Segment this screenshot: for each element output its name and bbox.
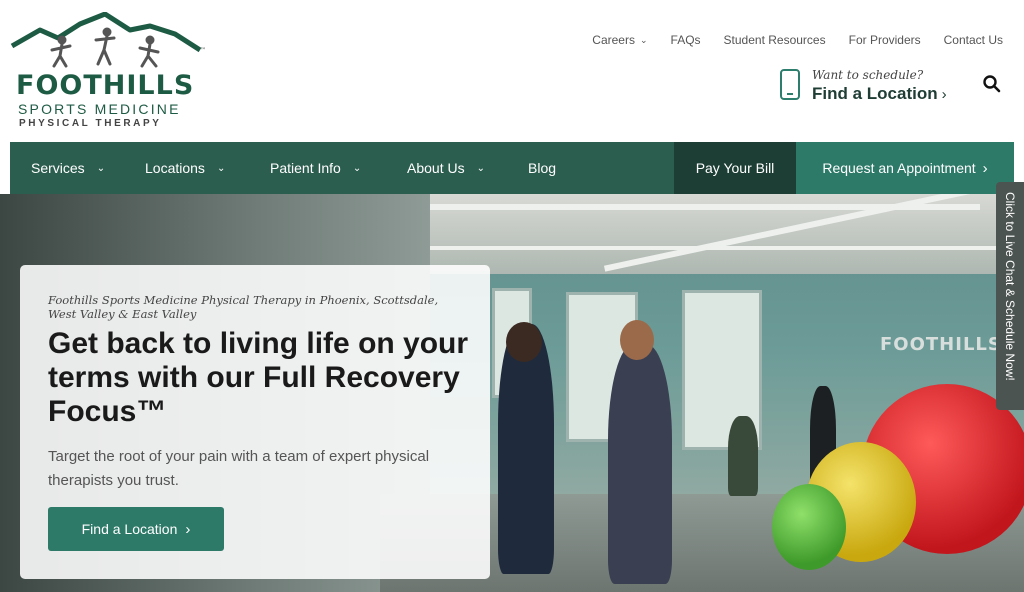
hero-card: Foothills Sports Medicine Physical Thera… xyxy=(20,265,490,579)
utility-nav: Careers ⌄ FAQs Student Resources For Pro… xyxy=(569,33,1003,47)
phone-icon xyxy=(780,69,800,100)
hero-title: Get back to living life on your terms wi… xyxy=(48,327,469,428)
logo-wordmark: FOOTHILLS xyxy=(16,70,195,101)
nav-blog[interactable]: Blog xyxy=(528,142,556,194)
site-logo[interactable]: ™ FOOTHILLS SPORTS MEDICINE PHYSICAL THE… xyxy=(10,11,210,132)
chevron-down-icon: ⌄ xyxy=(216,162,226,174)
nav-patient-info[interactable]: Patient Info ⌄ xyxy=(270,142,361,194)
pay-bill-button[interactable]: Pay Your Bill xyxy=(674,142,796,194)
chevron-down-icon: ⌄ xyxy=(352,162,362,174)
wall-logo: FOOTHILLS xyxy=(880,334,1002,355)
mountain-logo-icon: ™ xyxy=(10,11,206,68)
logo-subtitle-2: PHYSICAL THERAPY xyxy=(19,118,162,129)
find-location-button[interactable]: Find a Location › xyxy=(48,507,224,551)
utility-for-providers[interactable]: For Providers xyxy=(849,33,921,47)
utility-careers[interactable]: Careers ⌄ xyxy=(592,33,647,47)
hero-description: Target the root of your pain with a team… xyxy=(48,448,430,489)
search-icon[interactable] xyxy=(982,74,1002,94)
svg-text:™: ™ xyxy=(200,47,206,54)
live-chat-tab[interactable]: Click to Live Chat & Schedule Now! xyxy=(996,182,1024,410)
logo-subtitle: SPORTS MEDICINE xyxy=(18,101,181,117)
nav-locations[interactable]: Locations ⌄ xyxy=(145,142,225,194)
nav-services[interactable]: Services ⌄ xyxy=(31,142,105,194)
find-location-link[interactable]: Find a Location › xyxy=(812,84,947,104)
utility-student-resources[interactable]: Student Resources xyxy=(724,33,826,47)
exercise-ball xyxy=(772,484,846,570)
site-header: ™ FOOTHILLS SPORTS MEDICINE PHYSICAL THE… xyxy=(0,0,1024,142)
chevron-right-icon: › xyxy=(185,520,191,538)
chevron-right-icon: › xyxy=(982,159,988,177)
chevron-down-icon: ⌄ xyxy=(96,162,106,174)
schedule-prompt: Want to schedule? xyxy=(812,68,924,82)
person-figure xyxy=(608,344,672,584)
person-figure xyxy=(728,416,758,496)
chevron-down-icon: ⌄ xyxy=(639,34,648,45)
utility-faqs[interactable]: FAQs xyxy=(671,33,701,47)
hero-section: FOOTHILLS Foothills Sports Medicine Phys… xyxy=(0,194,1024,592)
hero-kicker: Foothills Sports Medicine Physical Thera… xyxy=(48,293,439,321)
utility-contact-us[interactable]: Contact Us xyxy=(944,33,1003,47)
chevron-down-icon: ⌄ xyxy=(476,162,485,174)
main-nav: Services ⌄ Locations ⌄ Patient Info ⌄ About… xyxy=(10,142,1014,194)
nav-about-us[interactable]: About Us ⌄ xyxy=(407,142,485,194)
request-appointment-button[interactable]: Request an Appointment › xyxy=(796,142,1014,194)
chevron-right-icon: › xyxy=(941,86,947,103)
find-location-cta[interactable]: Want to schedule? Find a Location › xyxy=(780,68,975,104)
